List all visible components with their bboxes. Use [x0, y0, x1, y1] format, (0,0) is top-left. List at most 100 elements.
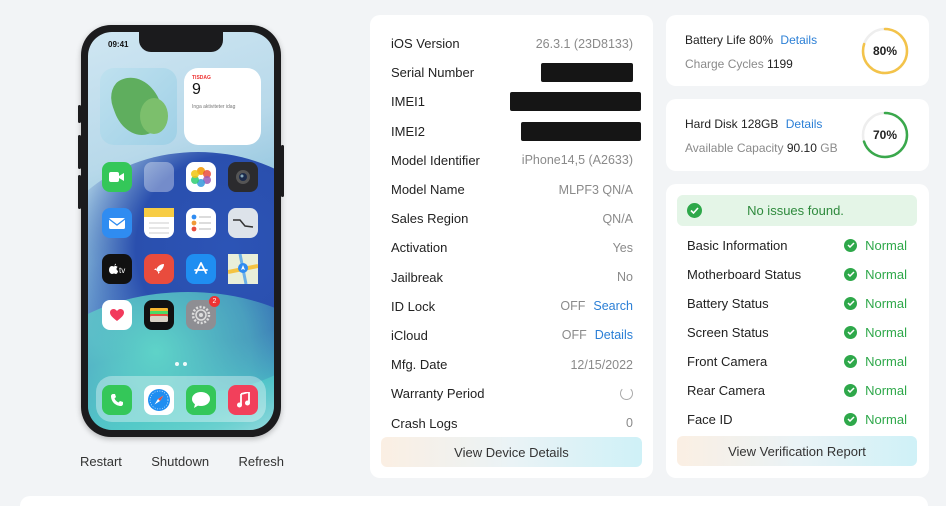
check-row: Face ID Normal	[687, 409, 907, 429]
verification-card: No issues found. Basic Information Normal…	[666, 184, 929, 478]
info-label: IMEI2	[391, 123, 425, 139]
maps-icon	[228, 254, 258, 284]
battery-card: Battery Life 80% Details Charge Cycles 1…	[666, 15, 929, 86]
device-info-card: iOS Version 26.3.1 (23D8133) Serial Numb…	[370, 15, 653, 478]
check-status: Normal	[865, 353, 907, 369]
disk-title: Hard Disk	[685, 117, 738, 131]
photos-icon	[186, 162, 216, 192]
capacity-unit: GB	[820, 141, 838, 155]
battery-ring-label: 80%	[872, 44, 898, 58]
status-time: 09:41	[108, 40, 129, 49]
info-row-sales-region: Sales Region QN/A	[391, 204, 633, 233]
info-value: 0	[626, 416, 633, 431]
info-row-serial-number: Serial Number	[391, 58, 633, 87]
check-label: Screen Status	[687, 324, 769, 340]
info-label: Sales Region	[391, 211, 469, 227]
verification-banner: No issues found.	[677, 195, 917, 226]
info-row-warranty-period: Warranty Period	[391, 379, 633, 408]
check-label: Face ID	[687, 411, 733, 427]
disk-details-link[interactable]: Details	[786, 117, 823, 131]
banner-text: No issues found.	[747, 203, 844, 218]
view-verification-report-button[interactable]: View Verification Report	[677, 436, 917, 466]
app-folder-icon	[144, 162, 174, 192]
check-circle-icon	[687, 203, 702, 218]
info-label: Jailbreak	[391, 269, 444, 285]
info-value: 26.3.1 (23D8133)	[535, 36, 633, 51]
calendar-date: 9	[192, 81, 201, 98]
charge-cycles-value: 1199	[767, 57, 793, 71]
info-row-model-identifier: Model Identifier iPhone14,5 (A2633)	[391, 146, 633, 175]
hard-disk-card: Hard Disk 128GB Details Available Capaci…	[666, 99, 929, 171]
check-label: Front Camera	[687, 353, 768, 369]
info-label: Crash Logs	[391, 415, 458, 431]
check-status: Normal	[865, 237, 907, 253]
info-label: Model Identifier	[391, 152, 480, 168]
charge-cycles-label: Charge Cycles	[685, 57, 764, 71]
info-value: OFF	[560, 299, 586, 314]
check-circle-icon	[844, 238, 858, 252]
phone-screen: 09:41 TISDAG 9 Inga aktiviteter idag tv …	[88, 32, 274, 430]
check-row: Rear Camera Normal	[687, 380, 907, 400]
check-row: Screen Status Normal	[687, 322, 907, 342]
safari-icon	[144, 385, 174, 415]
shutdown-button[interactable]: Shutdown	[151, 454, 209, 469]
disk-size: 128GB	[741, 117, 779, 131]
info-value: Yes	[612, 240, 633, 255]
info-label: Mfg. Date	[391, 357, 448, 373]
check-circle-icon	[844, 412, 858, 426]
svg-text:tv: tv	[119, 266, 125, 275]
check-row: Battery Status Normal	[687, 293, 907, 313]
info-row-jailbreak: Jailbreak No	[391, 263, 633, 292]
info-row-imei2: IMEI2	[391, 117, 641, 146]
capacity-label: Available Capacity	[685, 141, 784, 155]
music-icon	[228, 385, 258, 415]
maps-widget	[100, 68, 177, 145]
check-status: Normal	[865, 324, 907, 340]
check-label: Battery Status	[687, 295, 769, 311]
page-dots	[175, 362, 187, 366]
phone-notch	[139, 32, 223, 52]
info-value: QN/A	[602, 211, 633, 226]
refresh-button[interactable]: Refresh	[238, 454, 284, 469]
info-label: ID Lock	[391, 298, 436, 314]
redacted-value	[510, 92, 641, 112]
messages-icon	[186, 385, 216, 415]
icloud-details-link[interactable]: Details	[595, 328, 633, 342]
check-row: Motherboard Status Normal	[687, 264, 907, 284]
info-row-model-name: Model Name MLPF3 QN/A	[391, 175, 633, 204]
check-circle-icon	[844, 325, 858, 339]
check-circle-icon	[844, 354, 858, 368]
battery-percent-text: 80%	[749, 33, 774, 47]
wallet-icon	[144, 300, 174, 330]
info-label: iOS Version	[391, 36, 460, 52]
battery-details-link[interactable]: Details	[780, 33, 817, 47]
info-label: Warranty Period	[391, 386, 485, 402]
app-store-icon	[186, 254, 216, 284]
device-preview: 09:41 TISDAG 9 Inga aktiviteter idag tv …	[60, 20, 304, 480]
mail-icon	[102, 208, 132, 238]
health-icon	[102, 300, 132, 330]
check-circle-icon	[844, 296, 858, 310]
info-row-icloud: iCloud OFF Details	[391, 321, 633, 350]
check-label: Basic Information	[687, 237, 788, 253]
settings-icon: 2	[186, 296, 220, 330]
view-device-details-button[interactable]: View Device Details	[381, 437, 642, 467]
info-label: IMEI1	[391, 94, 425, 110]
check-status: Normal	[865, 382, 907, 398]
apple-tv-icon: tv	[102, 254, 132, 284]
check-circle-icon	[844, 383, 858, 397]
info-value: No	[617, 270, 633, 285]
info-label: iCloud	[391, 327, 428, 343]
info-row-id-lock: ID Lock OFF Search	[391, 292, 633, 321]
restart-button[interactable]: Restart	[80, 454, 122, 469]
check-row: Front Camera Normal	[687, 351, 907, 371]
calendar-note: Inga aktiviteter idag	[192, 104, 236, 110]
disk-ring-label: 70%	[872, 128, 898, 142]
id-lock-search-link[interactable]: Search	[593, 299, 633, 313]
check-status: Normal	[865, 295, 907, 311]
loading-spinner-icon	[620, 387, 633, 401]
info-label: Serial Number	[391, 65, 475, 81]
check-status: Normal	[865, 411, 907, 427]
rocket-app-icon	[144, 254, 174, 284]
info-row-ios-version: iOS Version 26.3.1 (23D8133)	[391, 29, 633, 58]
